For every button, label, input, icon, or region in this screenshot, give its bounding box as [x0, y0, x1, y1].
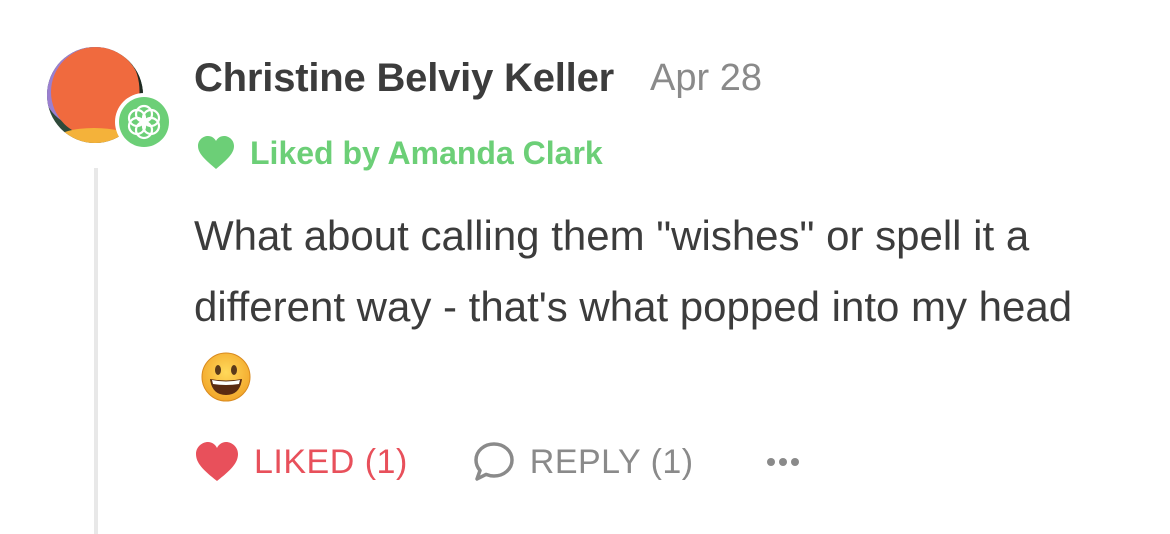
like-button[interactable]: LIKED (1) — [194, 441, 408, 483]
flower-badge-icon — [115, 93, 173, 151]
comment-actions: LIKED (1) REPLY (1) — [194, 438, 800, 486]
comment-header: Christine Belviy Keller Apr 28 — [194, 52, 762, 104]
reply-button[interactable]: REPLY (1) — [472, 440, 694, 484]
avatar-group[interactable] — [46, 46, 176, 156]
comment-text: What about calling them "wishes" or spel… — [194, 212, 1073, 330]
comment-date[interactable]: Apr 28 — [650, 57, 762, 100]
author-name[interactable]: Christine Belviy Keller — [194, 56, 614, 101]
comment-body: What about calling them "wishes" or spel… — [194, 200, 1124, 413]
heart-icon — [198, 136, 234, 169]
thread-line — [94, 168, 98, 534]
heart-filled-icon — [196, 442, 238, 481]
liked-by-line: Liked by Amanda Clark — [196, 130, 603, 176]
reply-label: REPLY (1) — [529, 442, 694, 481]
like-label: LIKED (1) — [254, 442, 408, 481]
liked-by-text[interactable]: Liked by Amanda Clark — [250, 135, 603, 172]
grinning-face-icon — [201, 352, 251, 402]
more-icon[interactable] — [766, 456, 800, 468]
speech-bubble-icon — [474, 442, 514, 481]
